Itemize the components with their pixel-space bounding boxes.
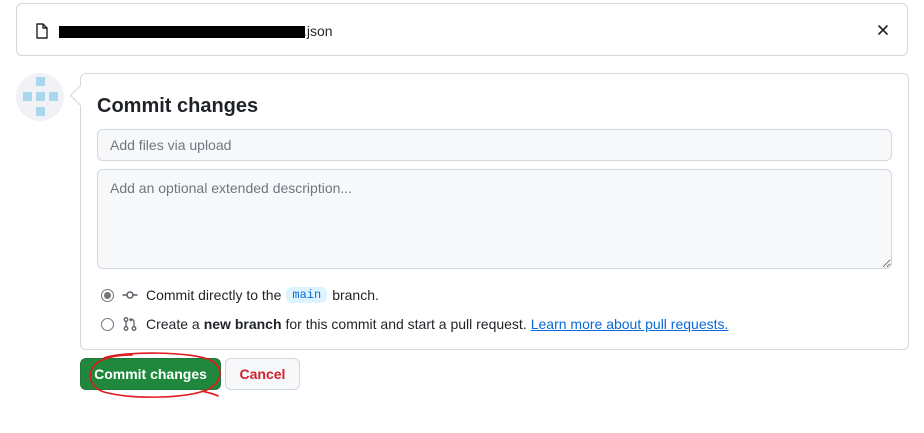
- close-icon[interactable]: [875, 22, 891, 38]
- commit-direct-suffix: branch.: [332, 287, 379, 303]
- avatar-pixel: [23, 92, 32, 101]
- redacted-filename: [59, 26, 305, 38]
- git-pull-request-icon: [123, 317, 137, 331]
- file-name-suffix: .json: [303, 23, 333, 39]
- new-branch-suffix: for this commit and start a pull request…: [285, 316, 527, 332]
- file-icon: [36, 23, 48, 39]
- cancel-button[interactable]: Cancel: [225, 358, 300, 390]
- commit-panel: Commit changes Commit directly to the ma…: [69, 73, 909, 350]
- new-branch-bold: new branch: [203, 316, 282, 332]
- learn-more-pull-requests-link[interactable]: Learn more about pull requests.: [531, 316, 729, 332]
- commit-summary-input[interactable]: [97, 129, 892, 161]
- commit-title: Commit changes: [97, 95, 259, 117]
- commit-direct-option[interactable]: Commit directly to the main branch.: [101, 285, 379, 305]
- commit-changes-button[interactable]: Commit changes: [80, 358, 221, 390]
- git-commit-icon: [122, 291, 138, 299]
- commit-description-input[interactable]: [97, 169, 892, 269]
- panel-caret: [69, 84, 92, 107]
- new-branch-prefix: Create a: [146, 316, 200, 332]
- commit-direct-radio[interactable]: [101, 288, 114, 302]
- file-header: .json: [16, 3, 908, 56]
- commit-direct-prefix: Commit directly to the: [146, 287, 282, 303]
- avatar: [16, 73, 64, 121]
- new-branch-option[interactable]: Create a new branch for this commit and …: [101, 314, 728, 334]
- avatar-pixel: [36, 107, 45, 116]
- avatar-pixel: [36, 77, 45, 86]
- branch-name-badge: main: [286, 287, 328, 303]
- new-branch-radio[interactable]: [101, 317, 114, 331]
- avatar-pixel: [36, 92, 45, 101]
- avatar-pixel: [49, 92, 58, 101]
